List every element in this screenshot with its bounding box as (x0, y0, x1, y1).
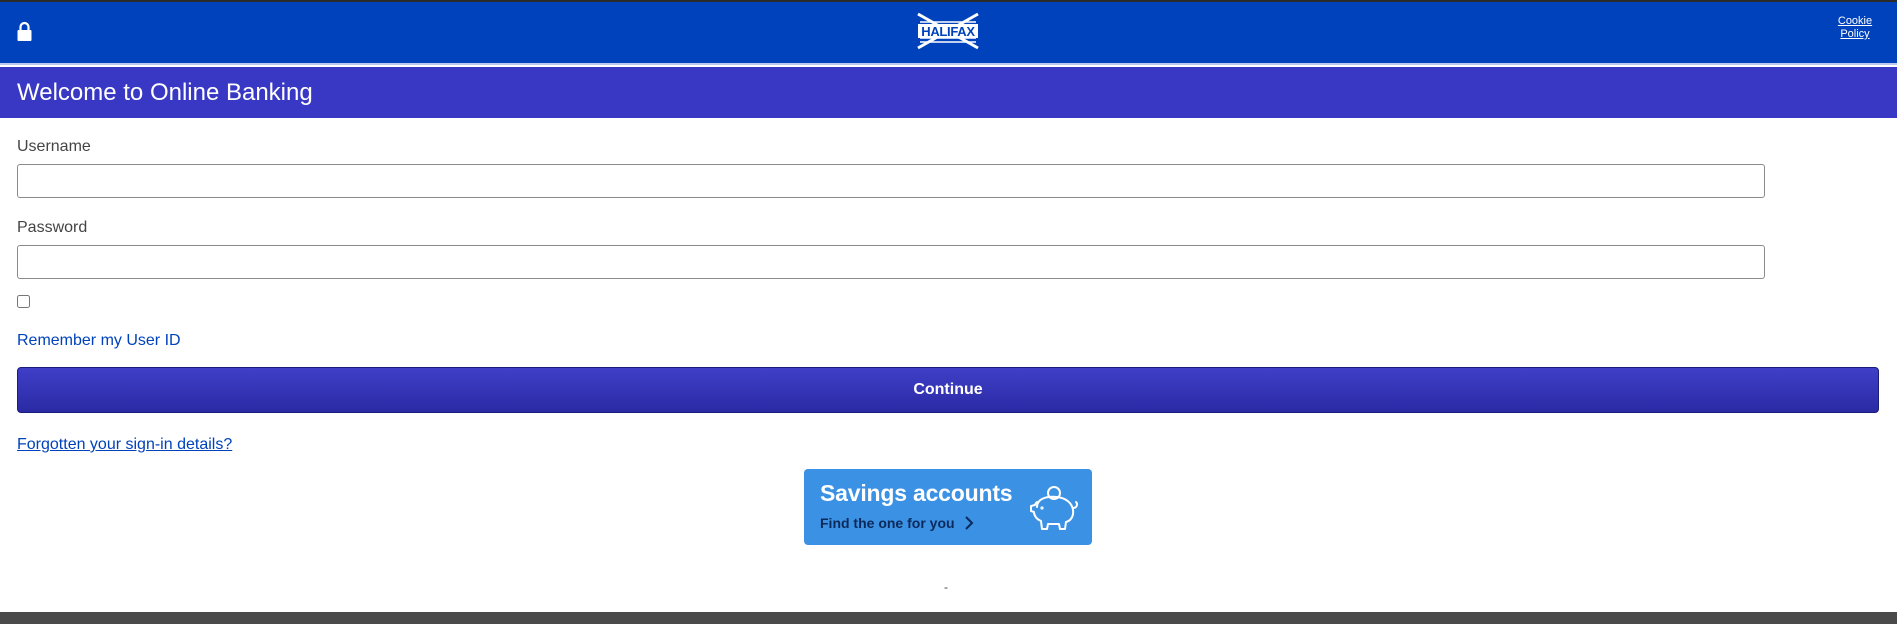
cookie-policy-line2: Policy (1840, 28, 1870, 40)
remember-user-id-checkbox[interactable] (17, 295, 30, 308)
password-input[interactable] (17, 245, 1765, 279)
forgotten-sign-in-link[interactable]: Forgotten your sign-in details? (17, 436, 232, 454)
lock-icon (17, 21, 32, 41)
remember-user-id-label[interactable]: Remember my User ID (17, 332, 181, 350)
promo-subtitle: Find the one for you (820, 515, 955, 531)
username-label: Username (17, 138, 91, 155)
page-title: Welcome to Online Banking (17, 79, 313, 106)
cookie-policy-link[interactable]: Cookie Policy (1835, 15, 1875, 41)
logo-text: HALIFAX (921, 24, 975, 39)
site-header: HALIFAX Cookie Policy (0, 2, 1897, 65)
page-footer (0, 612, 1897, 624)
savings-promo-banner[interactable]: Savings accounts Find the one for you (804, 469, 1092, 545)
page-title-bar: Welcome to Online Banking (0, 67, 1897, 118)
separator-dash: - (944, 580, 948, 594)
continue-button[interactable]: Continue (17, 367, 1879, 413)
halifax-logo[interactable]: HALIFAX (916, 12, 980, 50)
promo-title: Savings accounts (820, 480, 1013, 506)
chevron-right-icon (965, 516, 974, 530)
piggy-bank-icon (1030, 486, 1078, 530)
cookie-policy-line1: Cookie (1837, 15, 1873, 27)
username-input[interactable] (17, 164, 1765, 198)
password-label: Password (17, 219, 88, 236)
